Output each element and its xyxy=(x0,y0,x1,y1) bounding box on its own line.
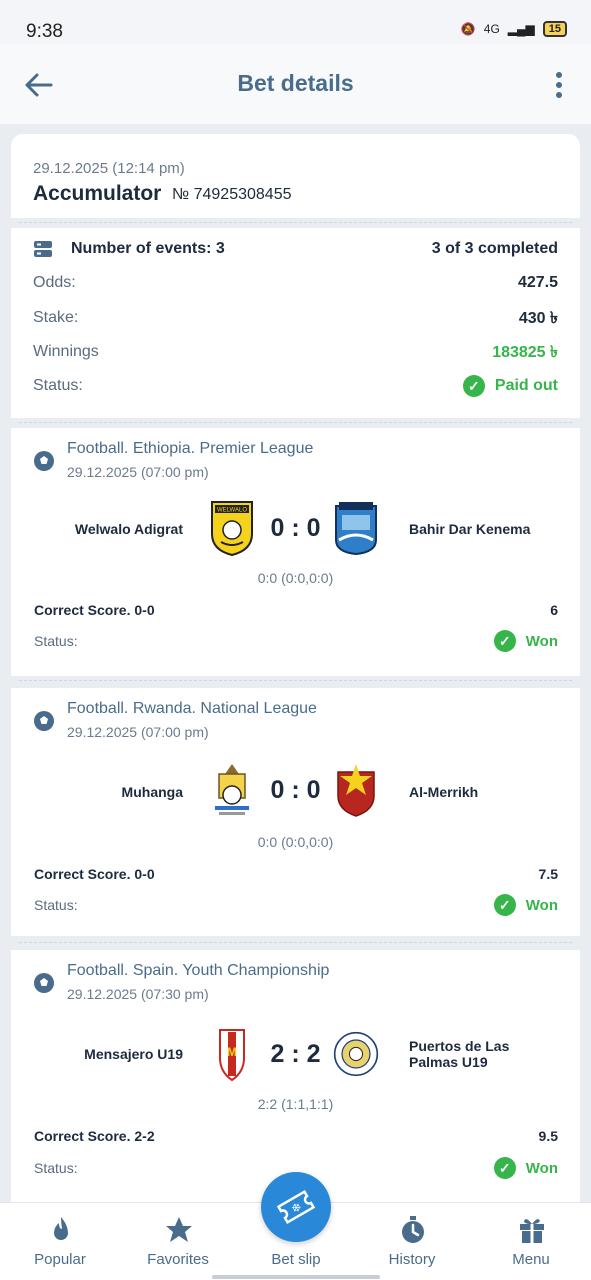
stake-value: 430 ৳ xyxy=(518,309,558,327)
event-date: 29.12.2025 (07:00 pm) xyxy=(67,464,209,480)
al-merrikh-logo xyxy=(337,764,375,817)
check-icon: ✓ xyxy=(493,894,516,916)
event-status-value: Won xyxy=(525,632,558,650)
mute-icon: 🔕 xyxy=(460,22,476,36)
full-score: 0:0 (0:0,0:0) xyxy=(257,834,334,850)
nav-popular[interactable]: Popular xyxy=(10,1203,110,1280)
event-status-badge: ✓ Won xyxy=(493,894,558,916)
event-status-badge: ✓ Won xyxy=(493,630,558,652)
odds-row: Odds: 427.5 xyxy=(33,272,558,294)
events-completed: 3 of 3 completed xyxy=(431,240,558,257)
status-value: Paid out xyxy=(494,377,558,394)
away-team: Al-Merrikh xyxy=(409,784,479,800)
bet-summary-card: Number of events: 3 3 of 3 completed Odd… xyxy=(11,228,580,418)
event-status-label: Status: xyxy=(34,633,78,649)
event-card[interactable]: Football. Ethiopia. Premier League 29.12… xyxy=(11,428,580,676)
bet-type: Accumulator xyxy=(33,182,162,205)
winnings-row: Winnings 183825 ৳ xyxy=(33,341,558,363)
bet-date: 29.12.2025 (12:14 pm) xyxy=(33,160,185,177)
event-status-label: Status: xyxy=(34,1160,78,1176)
nav-label: Menu xyxy=(512,1251,550,1268)
signal-icon: ▂▄▆ xyxy=(507,22,535,36)
more-options-icon[interactable] xyxy=(555,72,563,98)
bet-header-card: 29.12.2025 (12:14 pm) Accumulator № 7492… xyxy=(11,134,580,218)
stake-label: Stake: xyxy=(33,309,79,326)
logo-text: WELWALO xyxy=(217,508,247,514)
event-card[interactable]: Football. Spain. Youth Championship 29.1… xyxy=(11,950,580,1202)
nav-label: Favorites xyxy=(147,1251,209,1268)
status-row: Status: ✓ Paid out xyxy=(33,375,558,397)
event-league: Football. Ethiopia. Premier League xyxy=(67,440,314,457)
home-indicator xyxy=(212,1275,380,1279)
event-status-value: Won xyxy=(525,1159,558,1177)
event-date: 29.12.2025 (07:00 pm) xyxy=(67,724,209,740)
market-row: Correct Score. 2-2 9.5 xyxy=(34,1128,558,1144)
divider xyxy=(11,418,580,428)
event-league: Football. Rwanda. National League xyxy=(67,700,317,717)
ticket-icon: ❄ xyxy=(276,1189,316,1225)
gift-icon xyxy=(520,1219,544,1243)
check-icon: ✓ xyxy=(493,1157,516,1179)
events-list-icon xyxy=(34,241,52,257)
bet-slip-button[interactable]: ❄ xyxy=(261,1172,331,1242)
away-team: Bahir Dar Kenema xyxy=(409,521,531,537)
network-type: 4G xyxy=(483,22,500,36)
event-status-label: Status: xyxy=(34,897,78,913)
stake-row: Stake: 430 ৳ xyxy=(33,307,558,329)
stopwatch-icon xyxy=(402,1216,424,1243)
puertos-de-las-palmas-logo xyxy=(333,1031,379,1077)
winnings-value: 183825 ৳ xyxy=(492,343,558,361)
full-score: 2:2 (1:1,1:1) xyxy=(257,1096,334,1112)
market-row: Correct Score. 0-0 6 xyxy=(34,602,558,618)
market-odds: 7.5 xyxy=(538,866,558,882)
nav-label: History xyxy=(388,1251,436,1268)
market-odds: 6 xyxy=(550,602,558,618)
market-name: Correct Score. 0-0 xyxy=(34,602,155,618)
odds-label: Odds: xyxy=(33,274,76,291)
bet-number: № 74925308455 xyxy=(172,186,292,203)
full-score: 0:0 (0:0,0:0) xyxy=(257,570,334,586)
event-status-row: Status: ✓ Won xyxy=(34,630,558,652)
market-row: Correct Score. 0-0 7.5 xyxy=(34,866,558,882)
odds-value: 427.5 xyxy=(517,274,558,291)
event-date: 29.12.2025 (07:30 pm) xyxy=(67,986,209,1002)
market-name: Correct Score. 2-2 xyxy=(34,1128,155,1144)
check-icon: ✓ xyxy=(462,375,485,397)
nav-menu[interactable]: Menu xyxy=(481,1203,581,1280)
nav-favorites[interactable]: Favorites xyxy=(128,1203,228,1280)
event-status-badge: ✓ Won xyxy=(493,1157,558,1179)
flame-icon xyxy=(54,1217,68,1240)
status-time: 9:38 xyxy=(26,21,63,42)
football-icon xyxy=(34,973,54,993)
system-icons: 🔕 4G ▂▄▆ 15 xyxy=(461,21,567,37)
divider xyxy=(11,676,580,686)
nav-label: Bet slip xyxy=(271,1251,321,1268)
market-odds: 9.5 xyxy=(538,1128,558,1144)
status-badge: ✓ Paid out xyxy=(462,375,558,397)
event-card[interactable]: Football. Rwanda. National League 29.12.… xyxy=(11,688,580,936)
page-title: Bet details xyxy=(237,70,354,96)
nav-history[interactable]: History xyxy=(362,1203,462,1280)
event-status-row: Status: ✓ Won xyxy=(34,894,558,916)
bahir-dar-kenema-logo xyxy=(335,502,377,556)
away-team: Puertos de Las Palmas U19 xyxy=(409,1038,510,1070)
star-icon xyxy=(166,1217,192,1242)
divider xyxy=(11,218,580,228)
divider xyxy=(11,938,580,948)
nav-label: Popular xyxy=(34,1251,86,1268)
event-status-value: Won xyxy=(525,896,558,914)
market-name: Correct Score. 0-0 xyxy=(34,866,155,882)
status-label: Status: xyxy=(33,377,83,394)
winnings-label: Winnings xyxy=(33,343,99,360)
check-icon: ✓ xyxy=(493,630,516,652)
battery-icon: 15 xyxy=(542,21,567,37)
football-icon xyxy=(34,711,54,731)
event-league: Football. Spain. Youth Championship xyxy=(67,962,330,979)
events-count: Number of events: 3 xyxy=(71,240,225,257)
app-header: Bet details xyxy=(0,44,591,124)
events-row: Number of events: 3 3 of 3 completed xyxy=(33,238,558,260)
football-icon xyxy=(34,451,54,471)
status-bar: 9:38 🔕 4G ▂▄▆ 15 xyxy=(0,0,591,44)
